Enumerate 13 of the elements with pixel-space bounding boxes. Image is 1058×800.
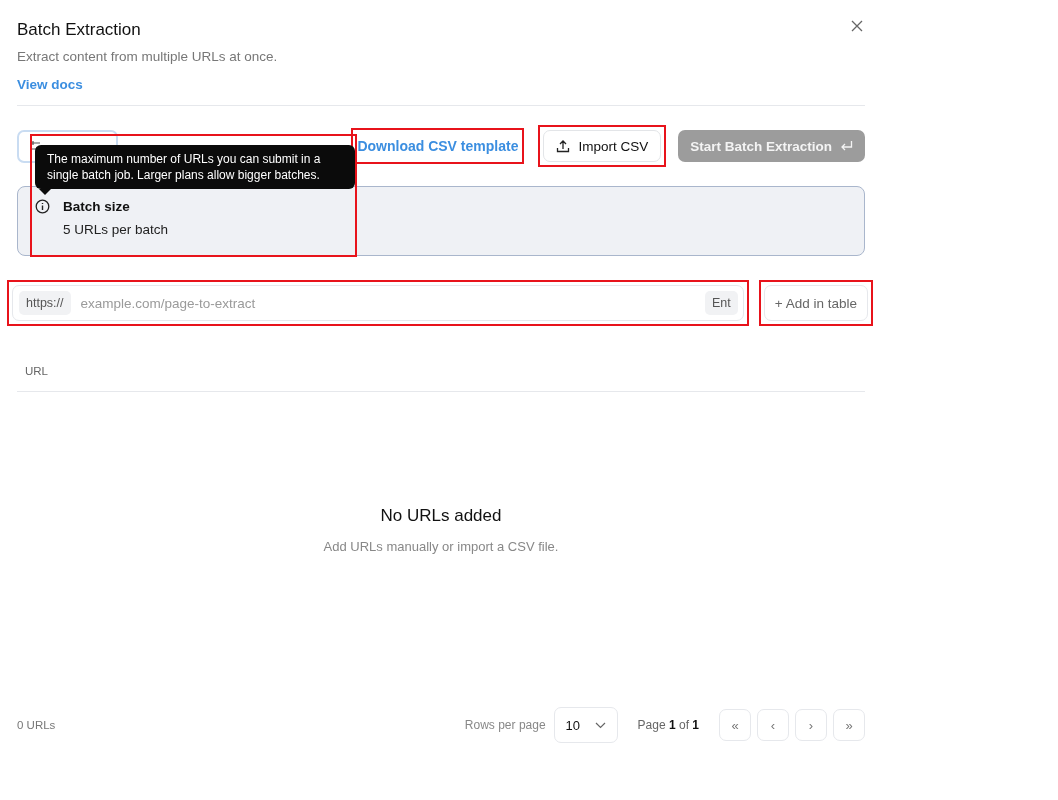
empty-state-title: No URLs added: [380, 506, 502, 526]
dialog-subtitle: Extract content from multiple URLs at once.: [17, 49, 279, 64]
page-indicator: Page 1 of 1: [637, 718, 699, 732]
url-count: 0 URLs: [17, 719, 57, 731]
rows-per-page-label: Rows per page: [464, 718, 546, 732]
enter-key-hint: Ent: [705, 291, 738, 315]
protocol-prefix: https://: [19, 291, 71, 315]
empty-state-text: Add URLs manually or import a CSV file.: [323, 539, 559, 554]
batch-size-value: 5 URLs per batch: [63, 222, 170, 237]
tooltip: The maximum number of URLs you can submit in a single batch job. Larger plans allow bigger batches.: [35, 145, 355, 189]
column-header: URL: [24, 364, 48, 377]
batch-size-label: Batch size: [63, 199, 130, 214]
dialog-title: Batch Extraction: [17, 20, 141, 40]
